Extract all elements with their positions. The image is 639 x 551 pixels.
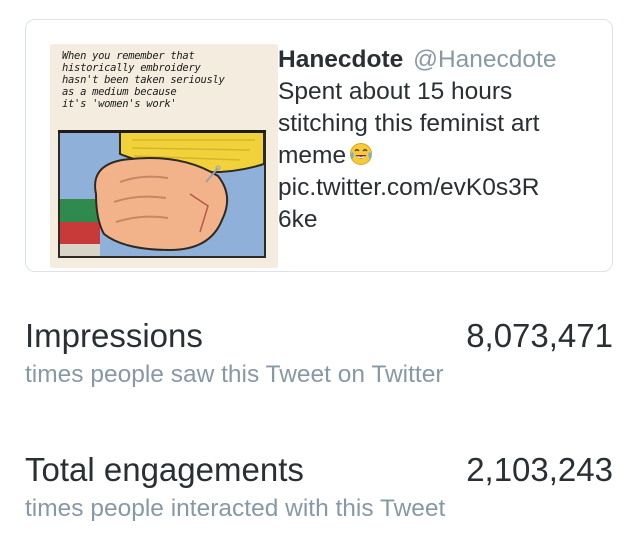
metric-total-engagements: Total engagements 2,103,243 times people… — [25, 450, 613, 524]
metric-description: times people saw this Tweet on Twitter — [25, 361, 444, 388]
media-caption-line: as a medium because — [62, 86, 177, 98]
metric-description: times people interacted with this Tweet — [25, 495, 446, 522]
tweet-link-line[interactable]: 6ke — [278, 204, 608, 236]
metric-row: Impressions 8,073,471 — [25, 316, 613, 356]
author-name[interactable]: Hanecdote — [278, 46, 403, 73]
metric-row: Total engagements 2,103,243 — [25, 450, 613, 490]
face-with-tears-of-joy-icon — [350, 143, 373, 165]
metric-value: 8,073,471 — [466, 317, 613, 354]
tweet-text-line: stitching this feminist art — [278, 110, 540, 137]
media-caption: When you remember that historically embr… — [62, 50, 258, 110]
tweet-text-fragment: meme — [278, 142, 347, 169]
tweet-text: Spent about 15 hours stitching this femi… — [278, 76, 608, 236]
metric-label: Impressions — [25, 317, 203, 354]
author-handle[interactable]: @Hanecdote — [413, 46, 556, 73]
tweet-link[interactable]: pic.twitter.com/evK0s3R 6ke — [278, 172, 608, 236]
tweet-card[interactable]: When you remember that historically embr… — [25, 19, 613, 272]
metric-impressions: Impressions 8,073,471 times people saw t… — [25, 316, 613, 390]
metric-label: Total engagements — [25, 451, 304, 488]
metric-value: 2,103,243 — [466, 451, 613, 488]
media-caption-line: When you remember that — [62, 50, 195, 62]
tweet-author: Hanecdote @Hanecdote — [278, 44, 608, 75]
media-caption-line: historically embroidery — [62, 62, 201, 74]
tweet-text-line: Spent about 15 hours — [278, 78, 513, 105]
tweet-body: Hanecdote @Hanecdote Spent about 15 hour… — [278, 44, 608, 236]
tweet-media-image[interactable]: When you remember that historically embr… — [50, 44, 278, 268]
media-caption-line: it's 'women's work' — [62, 98, 177, 110]
tweet-text-line: meme — [278, 140, 608, 172]
media-caption-line: hasn't been taken seriously — [62, 74, 225, 86]
tweet-link-line[interactable]: pic.twitter.com/evK0s3R — [278, 172, 608, 204]
